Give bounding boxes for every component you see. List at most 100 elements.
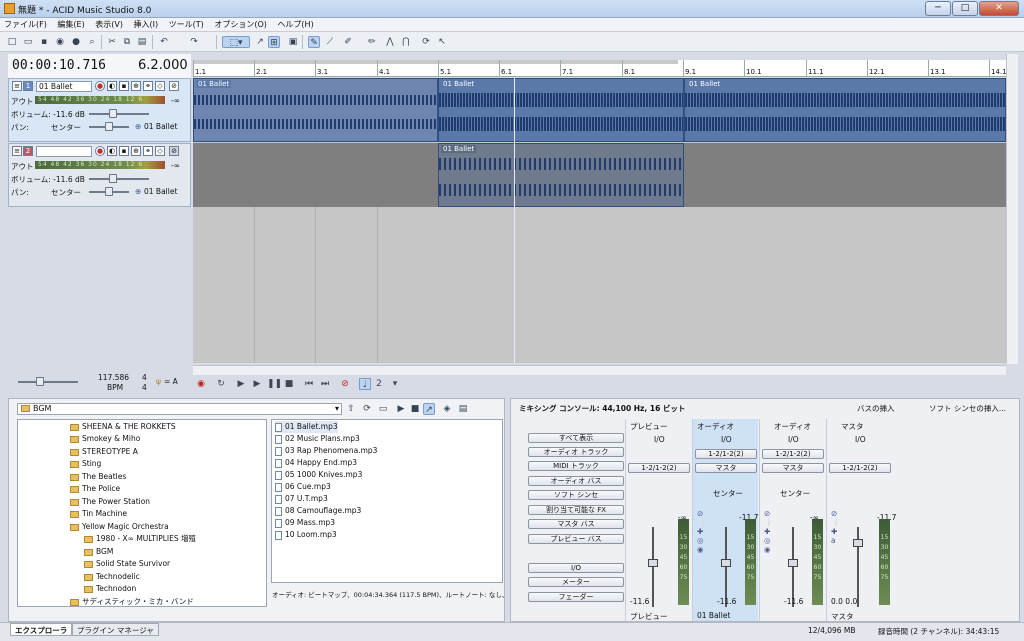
strip-fx-icons[interactable]: ⊘ ❕ ✚ a (831, 509, 840, 545)
strip-fader-knob[interactable] (648, 559, 658, 567)
horizontal-scrollbar[interactable] (193, 365, 1006, 375)
record-arm-icon[interactable]: ● (95, 81, 105, 91)
bus-icon[interactable]: ▪ (119, 146, 129, 156)
new-folder-icon[interactable]: ▭ (377, 403, 389, 415)
tree-item[interactable]: SHEENA & THE ROKKETS (70, 421, 176, 433)
volume-knob[interactable] (109, 109, 117, 118)
file-item[interactable]: 06 Cue.mp3 (275, 481, 331, 493)
undo-icon[interactable]: ↶ (158, 36, 170, 48)
track-name-field[interactable]: 01 Ballet (36, 81, 92, 92)
count-in-icon[interactable]: 2 (373, 378, 385, 390)
insert-bus-button[interactable]: バスの挿入 (857, 403, 895, 414)
track-view[interactable]: 01 Ballet 01 Ballet 01 Ballet 01 Ballet (193, 78, 1006, 363)
strip-assign[interactable]: 1-2/1-2(2) (628, 463, 690, 473)
audio-clip[interactable]: 01 Ballet (684, 78, 1006, 142)
insert-synth-button[interactable]: ソフト シンセの挿入... (929, 403, 1006, 414)
master-bus-button[interactable]: マスタ バス (528, 519, 624, 529)
menu-help[interactable]: ヘルプ(H) (273, 18, 317, 32)
menu-edit[interactable]: 編集(E) (53, 18, 88, 32)
help-cursor-icon[interactable]: ↖ (436, 36, 448, 48)
audio-clip[interactable]: 01 Ballet (438, 78, 684, 142)
file-item[interactable]: 05 1000 Knives.mp3 (275, 469, 362, 481)
strip-assign[interactable]: マスタ (695, 463, 757, 473)
up-folder-icon[interactable]: ⇧ (345, 403, 357, 415)
soft-synth-button[interactable]: ソフト シンセ (528, 490, 624, 500)
strip-route[interactable]: 1-2/1-2(2) (762, 449, 824, 459)
go-end-icon[interactable]: ⏭ (319, 378, 331, 390)
fx-chain-icon[interactable]: ⊕ (131, 81, 141, 91)
tree-item[interactable]: Sting (70, 458, 101, 470)
menu-tools[interactable]: ツール(T) (165, 18, 208, 32)
link-icon[interactable]: ⚭ (143, 146, 153, 156)
metronome-icon[interactable]: ♩ (359, 378, 371, 390)
tempo-knob[interactable] (36, 377, 44, 386)
fx-chain-icon[interactable]: ⊕ (131, 146, 141, 156)
strip-fader[interactable] (652, 527, 654, 607)
track-lane-2[interactable]: 01 Ballet (193, 143, 1006, 207)
properties-icon[interactable]: ● (70, 36, 82, 48)
playhead-cursor[interactable] (514, 78, 515, 363)
stop-icon[interactable]: ■ (283, 378, 295, 390)
bus-icon[interactable]: ▪ (119, 81, 129, 91)
open-icon[interactable]: ▭ (22, 36, 34, 48)
strip-fx-icons[interactable]: ⊘ ❕ ✚ ◎ ◉ (697, 509, 706, 554)
file-item[interactable]: 07 U.T.mp3 (275, 493, 328, 505)
play-icon[interactable]: ▶ (251, 378, 263, 390)
tab-plugin-manager[interactable]: プラグイン マネージャ (72, 623, 159, 636)
strip-fader[interactable] (792, 527, 794, 607)
track-name-field[interactable] (36, 146, 92, 157)
show-all-button[interactable]: すべて表示 (528, 433, 624, 443)
tree-item[interactable]: Technodon (84, 583, 136, 595)
cut-icon[interactable]: ✂ (106, 36, 118, 48)
go-start-icon[interactable]: ⏮ (303, 378, 315, 390)
favorites-icon[interactable]: ◈ (441, 403, 453, 415)
edit-tool-icon[interactable]: ⬚▾ (222, 36, 250, 48)
fx-icon[interactable]: ◐ (107, 146, 117, 156)
time-sig-bottom[interactable]: 4 (142, 383, 147, 392)
bus-name[interactable]: 01 Ballet (144, 122, 177, 131)
key-value[interactable]: = A (164, 377, 178, 386)
loop-playback-icon[interactable]: ↻ (215, 378, 227, 390)
refresh-icon[interactable]: ⟳ (361, 403, 373, 415)
views-icon[interactable]: ▤ (457, 403, 469, 415)
volume-slider[interactable] (89, 178, 149, 180)
timeline-ruler[interactable]: 1.1 2.1 3.1 4.1 5.1 6.1 7.1 8.1 9.1 10.1… (193, 60, 1007, 77)
midi-track-button[interactable]: MIDI トラック (528, 461, 624, 471)
select-icon[interactable]: ⋀ (384, 36, 396, 48)
tree-item[interactable]: Tin Machine (70, 508, 127, 520)
maximize-button[interactable]: □ (952, 1, 978, 16)
rotate-icon[interactable]: ⟳ (420, 36, 432, 48)
menu-view[interactable]: 表示(V) (91, 18, 127, 32)
track-collapse-icon[interactable]: ≡ (12, 146, 22, 156)
volume-slider[interactable] (89, 113, 149, 115)
track-collapse-icon[interactable]: ≡ (12, 81, 22, 91)
tree-item[interactable]: 1980 - X∞ MULTIPLIES 増殖 (84, 533, 196, 545)
strip-route[interactable]: 1-2/1-2(2) (695, 449, 757, 459)
tree-item[interactable]: Smokey & Miho (70, 433, 140, 445)
new-icon[interactable]: □ (6, 36, 18, 48)
menu-options[interactable]: オプション(O) (210, 18, 271, 32)
record-arm-icon[interactable]: ● (95, 146, 105, 156)
file-item[interactable]: 03 Rap Phenomena.mp3 (275, 445, 377, 457)
tree-item[interactable]: BGM (84, 546, 113, 558)
time-sig-top[interactable]: 4 (142, 373, 147, 382)
tree-item[interactable]: Solid State Survivor (84, 558, 170, 570)
redo-icon[interactable]: ↷ (188, 36, 200, 48)
fx-icon[interactable]: ◐ (107, 81, 117, 91)
pan-knob[interactable] (105, 187, 113, 196)
track-lane-1[interactable]: 01 Ballet 01 Ballet 01 Ballet (193, 78, 1006, 142)
close-button[interactable]: ✕ (979, 1, 1019, 16)
pause-icon[interactable]: ❚❚ (267, 378, 282, 390)
solo-icon[interactable]: ⊘ (169, 146, 179, 156)
search-icon[interactable]: ⌕ (86, 36, 98, 48)
save-icon[interactable]: ▪ (38, 36, 50, 48)
eraser-icon[interactable]: ✏ (366, 36, 378, 48)
vertical-scrollbar[interactable] (1006, 54, 1018, 364)
strip-assign[interactable]: 1-2/1-2(2) (829, 463, 891, 473)
fader-button[interactable]: フェーダー (528, 592, 624, 602)
file-item[interactable]: 02 Music Plans.mp3 (275, 433, 360, 445)
volume-knob[interactable] (109, 174, 117, 183)
file-item[interactable]: 10 Loom.mp3 (275, 529, 337, 541)
strip-fader[interactable] (725, 527, 727, 607)
assignable-fx-button[interactable]: 割り当て可能な FX (528, 505, 624, 515)
